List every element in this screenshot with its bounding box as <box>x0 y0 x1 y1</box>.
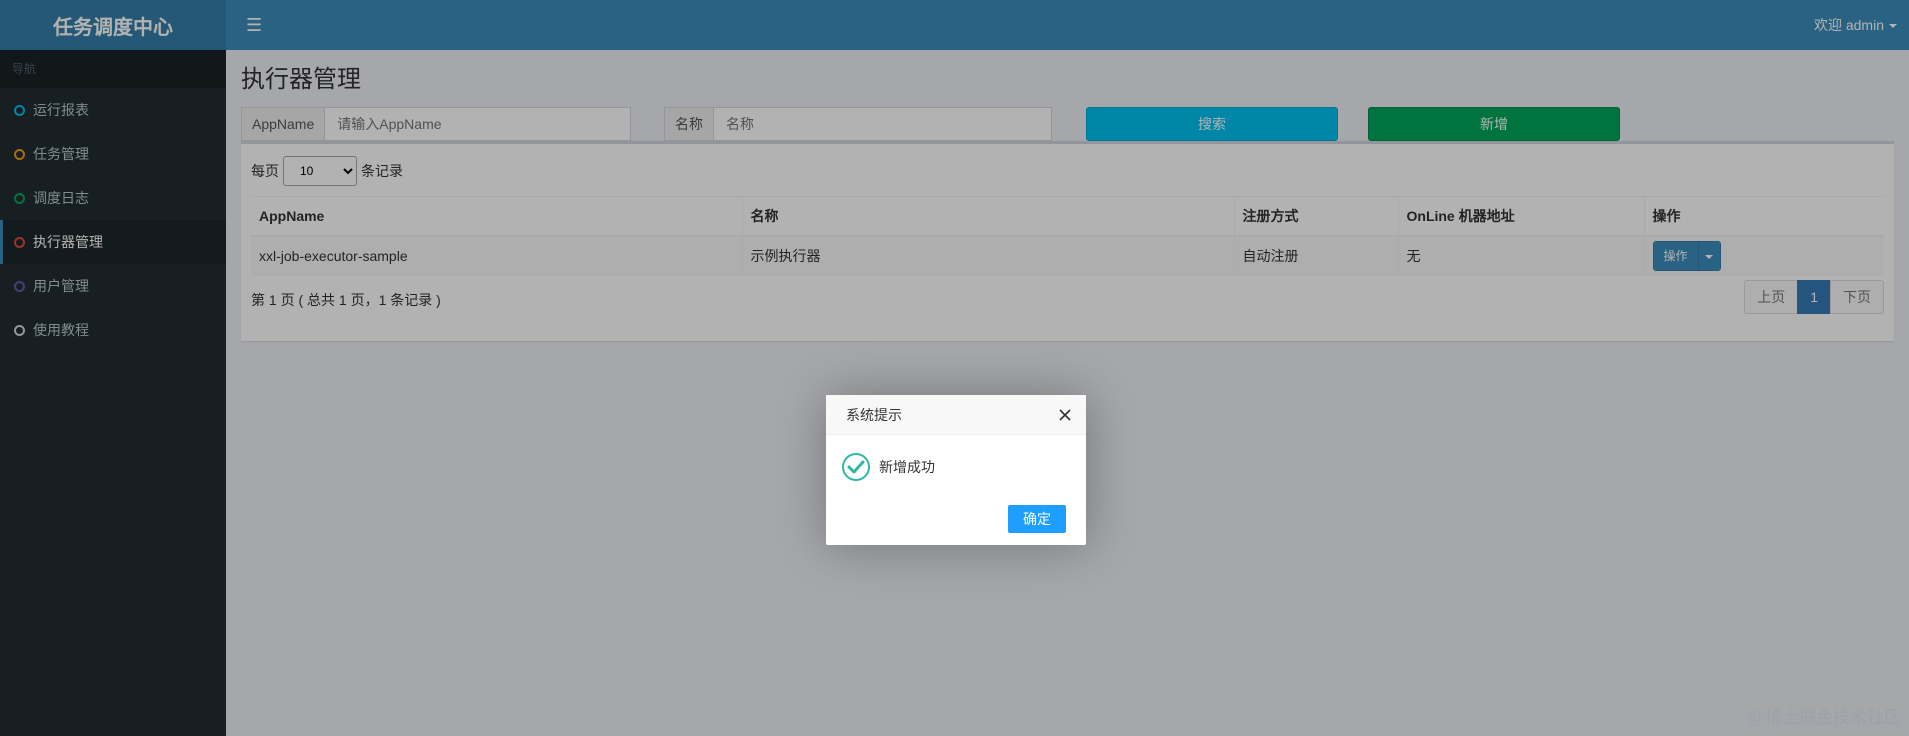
success-check-icon <box>842 453 870 481</box>
modal-overlay[interactable] <box>0 0 1909 736</box>
watermark: @稀土掘金技术社区 <box>1748 708 1901 728</box>
dialog-body: 新增成功 <box>826 435 1086 499</box>
close-icon[interactable] <box>1056 406 1074 424</box>
dialog-title: 系统提示 <box>826 395 1086 435</box>
dialog-message: 新增成功 <box>879 459 935 475</box>
confirm-button[interactable]: 确定 <box>1008 505 1066 533</box>
system-dialog: 系统提示 新增成功 确定 <box>826 395 1086 545</box>
